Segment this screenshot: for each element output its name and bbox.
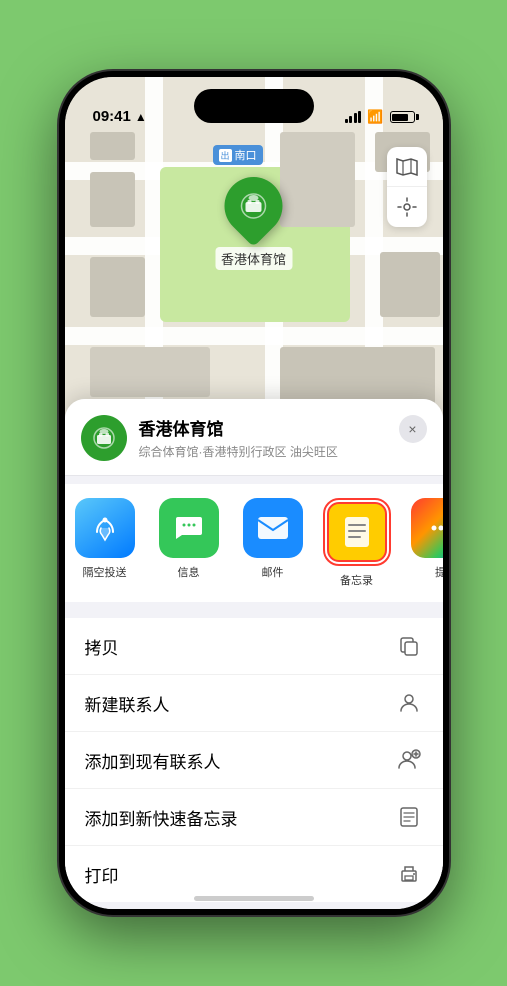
messages-icon-wrap [159,498,219,558]
venue-title: 香港体育馆 [139,415,427,440]
airdrop-label: 隔空投送 [83,564,127,580]
status-time: 09:41 [93,108,131,125]
more-label: 提 [435,564,443,580]
divider-1 [65,475,443,476]
close-button[interactable]: × [399,415,427,443]
add-notes-icon [395,803,423,831]
wifi-icon: 📶 [367,109,383,125]
share-mail[interactable]: 邮件 [233,498,313,588]
share-airdrop[interactable]: 隔空投送 [65,498,145,588]
copy-icon [395,632,423,660]
action-new-contact[interactable]: 新建联系人 [65,675,443,732]
print-icon [395,860,423,888]
map-view-button[interactable] [387,147,427,187]
map-controls [387,147,427,227]
venue-subtitle: 综合体育馆·香港特别行政区 油尖旺区 [139,443,427,460]
notes-icon-wrap [327,502,387,562]
venue-info: 香港体育馆 综合体育馆·香港特别行政区 油尖旺区 [139,415,427,460]
phone-frame: 09:41 ▲ 📶 [59,71,449,915]
location-icon: ▲ [135,110,147,124]
share-messages[interactable]: 信息 [149,498,229,588]
add-contact-icon [395,746,423,774]
phone-screen: 09:41 ▲ 📶 [65,77,443,909]
share-more[interactable]: 提 [401,498,443,588]
action-add-notes[interactable]: 添加到新快速备忘录 [65,789,443,846]
location-button[interactable] [387,187,427,227]
venue-icon [81,415,127,461]
share-actions-row: 隔空投送 信息 [65,484,443,602]
bottom-sheet: 香港体育馆 综合体育馆·香港特别行政区 油尖旺区 × [65,399,443,909]
venue-name-label: 香港体育馆 [215,247,292,270]
notes-label: 备忘录 [340,572,373,588]
status-icons: 📶 [345,109,415,125]
action-list: 拷贝 新建联系人 [65,618,443,902]
airdrop-icon-wrap [75,498,135,558]
action-print-label: 打印 [85,862,119,887]
venue-marker: 香港体育馆 [215,177,292,270]
share-notes[interactable]: 备忘录 [317,498,397,588]
notes-highlight-border [323,498,391,566]
mail-icon-wrap [243,498,303,558]
battery-icon [390,111,415,123]
mail-label: 邮件 [262,564,284,580]
signal-bars [345,111,362,123]
action-add-contact-label: 添加到现有联系人 [85,748,221,773]
nankou-label: 出 南口 [213,145,263,165]
action-add-notes-label: 添加到新快速备忘录 [85,805,238,830]
more-icon-wrap [411,498,443,558]
action-copy[interactable]: 拷贝 [65,618,443,675]
dynamic-island [194,89,314,123]
action-add-contact[interactable]: 添加到现有联系人 [65,732,443,789]
messages-label: 信息 [178,564,200,580]
action-print[interactable]: 打印 [65,846,443,902]
action-new-contact-label: 新建联系人 [85,691,170,716]
action-copy-label: 拷贝 [85,634,119,659]
home-indicator [194,896,314,901]
venue-pin [212,165,294,247]
divider-2 [65,602,443,610]
venue-header: 香港体育馆 综合体育馆·香港特别行政区 油尖旺区 × [65,399,443,475]
new-contact-icon [395,689,423,717]
